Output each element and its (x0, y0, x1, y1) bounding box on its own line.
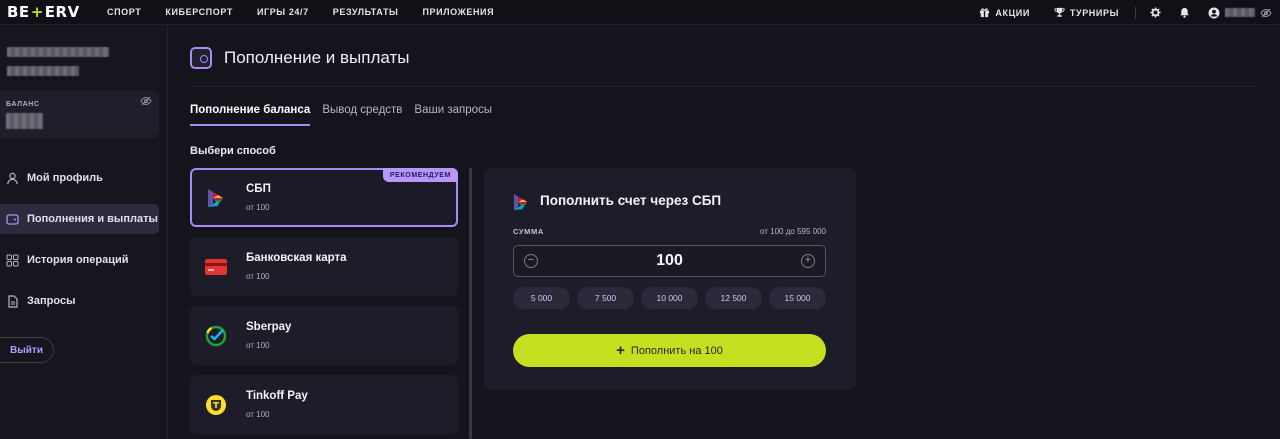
sbp-icon (205, 187, 227, 209)
deposit-submit-button[interactable]: + Пополнить на 100 (513, 334, 826, 367)
promo-label: АКЦИИ (995, 7, 1030, 18)
settings-button[interactable] (1150, 7, 1161, 18)
tinkoff-icon (205, 394, 227, 416)
preset-amount-button[interactable]: 12 500 (705, 287, 762, 309)
bell-icon (1180, 7, 1189, 18)
amount-value[interactable]: 100 (514, 252, 825, 270)
header-actions: АКЦИИ ТУРНИРЫ (979, 0, 1280, 25)
sidebar-item-label: Пополнения и выплаты (27, 213, 158, 225)
page-title: Пополнение и выплаты (224, 48, 410, 67)
tab-deposit[interactable]: Пополнение баланса (190, 104, 311, 126)
method-bank-card[interactable]: Банковская карта от 100 (190, 237, 458, 296)
gear-icon (1150, 7, 1161, 18)
sidebar-item-label: История операций (27, 254, 129, 266)
choose-method-heading: Выбери способ (190, 145, 276, 157)
wallet-icon (6, 213, 19, 226)
sidebar-item-history[interactable]: История операций (0, 245, 159, 275)
username-hidden (7, 47, 109, 57)
logo-text-right: ERV (44, 3, 80, 21)
user-id-hidden (7, 66, 79, 76)
amount-range: от 100 до 595 000 (760, 227, 826, 236)
logout-button[interactable]: Выйти (0, 337, 54, 363)
logo-plus: + (30, 3, 44, 21)
tab-requests[interactable]: Ваши запросы (414, 104, 492, 126)
trophy-icon (1054, 7, 1065, 17)
amount-label: СУММА (513, 227, 544, 236)
panel-title: Пополнить счет через СБП (540, 193, 722, 208)
payment-methods-list: РЕКОМЕНДУЕМ СБП от 100 Банковская карта … (190, 168, 458, 439)
nav-games[interactable]: ИГРЫ 24/7 (257, 7, 309, 17)
grid-icon (6, 254, 19, 267)
preset-amount-button[interactable]: 10 000 (641, 287, 698, 309)
header-separator (1135, 6, 1136, 19)
sidebar: БАЛАНС Мой профиль Пополнения и выплаты … (0, 25, 168, 439)
tournaments-label: ТУРНИРЫ (1069, 7, 1119, 18)
methods-scrollbar[interactable] (469, 168, 472, 439)
notifications-button[interactable] (1179, 7, 1190, 18)
eye-off-icon[interactable] (140, 95, 152, 107)
balance-value-hidden (6, 113, 43, 129)
tournaments-link[interactable]: ТУРНИРЫ (1054, 7, 1119, 18)
nav-sport[interactable]: СПОРТ (107, 7, 141, 17)
method-name: СБП (246, 183, 271, 195)
account-balance-hidden (1225, 8, 1255, 17)
preset-amount-button[interactable]: 5 000 (513, 287, 570, 309)
method-min: от 100 (246, 341, 270, 350)
method-min: от 100 (246, 410, 270, 419)
sidebar-item-profile[interactable]: Мой профиль (0, 163, 159, 193)
sberpay-icon (205, 325, 227, 347)
bank-card-icon (205, 256, 227, 278)
nav-results[interactable]: РЕЗУЛЬТАТЫ (333, 7, 399, 17)
amount-input[interactable]: − 100 + (513, 245, 826, 277)
amount-presets: 5 000 7 500 10 000 12 500 15 000 (513, 287, 826, 309)
user-icon (1208, 7, 1220, 18)
method-sberpay[interactable]: Sberpay от 100 (190, 306, 458, 365)
plus-icon: + (616, 341, 625, 359)
gift-icon (980, 8, 990, 18)
method-name: Tinkoff Pay (246, 390, 308, 402)
nav-apps[interactable]: ПРИЛОЖЕНИЯ (422, 7, 494, 17)
user-icon (6, 172, 19, 185)
document-icon (6, 294, 19, 308)
deposit-panel: Пополнить счет через СБП СУММА от 100 до… (484, 168, 856, 390)
submit-label: Пополнить на 100 (630, 344, 723, 357)
method-name: Банковская карта (246, 252, 347, 264)
method-min: от 100 (246, 203, 270, 212)
main-nav: СПОРТ КИБЕРСПОРТ ИГРЫ 24/7 РЕЗУЛЬТАТЫ ПР… (107, 7, 518, 17)
method-tinkoff-pay[interactable]: Tinkoff Pay от 100 (190, 375, 458, 434)
sidebar-item-label: Мой профиль (27, 172, 103, 184)
tabs: Пополнение баланса Вывод средств Ваши за… (190, 104, 504, 126)
sidebar-item-requests[interactable]: Запросы (0, 286, 159, 316)
sidebar-item-label: Запросы (27, 295, 76, 307)
preset-amount-button[interactable]: 7 500 (577, 287, 634, 309)
brand-logo[interactable]: BE + ERV (7, 3, 80, 21)
wallet-icon (190, 47, 212, 69)
preset-amount-button[interactable]: 15 000 (769, 287, 826, 309)
balance-card: БАЛАНС (0, 91, 159, 138)
method-name: Sberpay (246, 321, 292, 333)
promo-link[interactable]: АКЦИИ (979, 7, 1030, 18)
profile-menu: Мой профиль Пополнения и выплаты История… (0, 163, 168, 327)
method-sbp[interactable]: РЕКОМЕНДУЕМ СБП от 100 (190, 168, 458, 227)
logo-text-left: BE (7, 3, 30, 21)
account-menu[interactable] (1208, 7, 1272, 19)
tab-withdraw[interactable]: Вывод средств (322, 104, 402, 126)
recommended-badge: РЕКОМЕНДУЕМ (382, 168, 458, 182)
method-min: от 100 (246, 272, 270, 281)
sbp-icon (513, 194, 528, 210)
nav-esports[interactable]: КИБЕРСПОРТ (165, 7, 233, 17)
divider (190, 86, 1256, 87)
sidebar-item-deposits[interactable]: Пополнения и выплаты (0, 204, 159, 234)
eye-off-icon[interactable] (1260, 7, 1272, 19)
balance-label: БАЛАНС (6, 101, 40, 108)
top-bar: BE + ERV СПОРТ КИБЕРСПОРТ ИГРЫ 24/7 РЕЗУЛЬ… (0, 0, 1280, 25)
increase-button[interactable]: + (801, 254, 815, 268)
